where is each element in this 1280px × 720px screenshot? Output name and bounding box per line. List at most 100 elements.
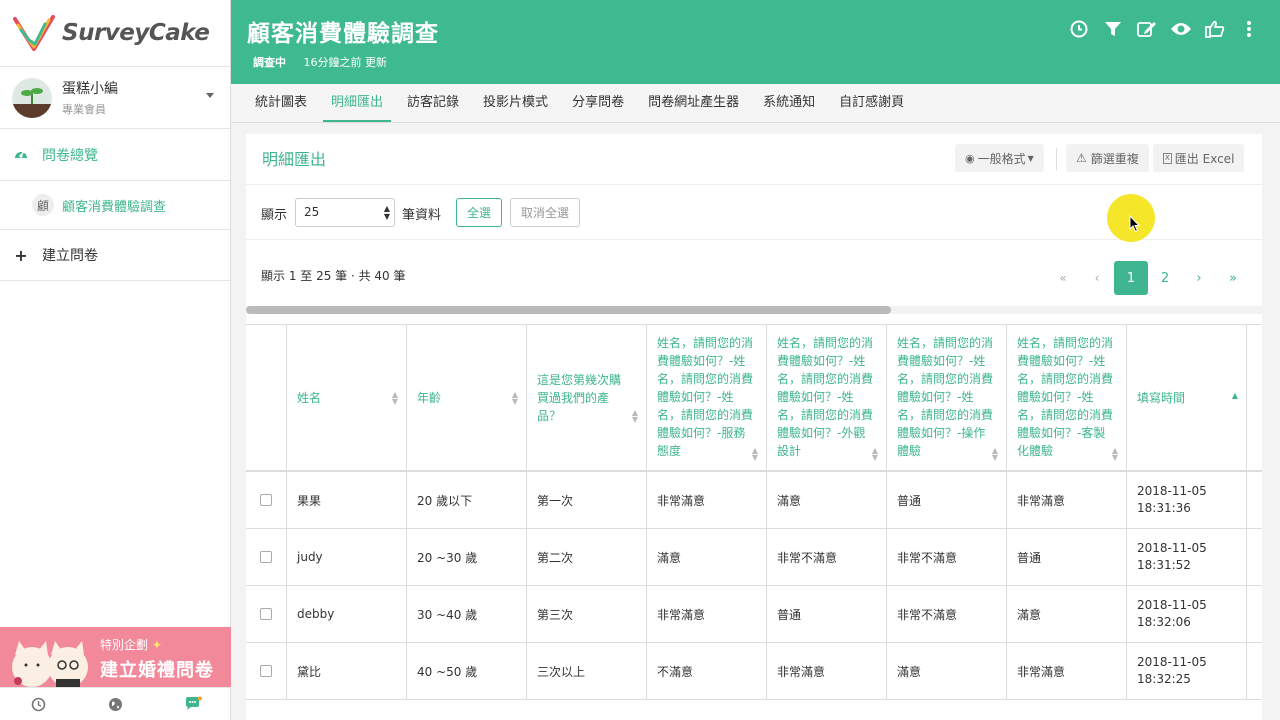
wedding-promo-banner[interactable]: 特別企劃 ✦ 建立婚禮問卷: [0, 627, 231, 687]
header-toolbar: [1068, 18, 1260, 40]
table-cell: 普通: [767, 586, 887, 642]
warning-icon: ⚠: [1076, 151, 1087, 165]
survey-badge: 顧: [32, 194, 54, 216]
column-header[interactable]: 這是您第幾次購買過我們的產品？ ▲ ▼: [527, 325, 647, 470]
table-cell: 滿意: [647, 529, 767, 585]
tab-slides[interactable]: 投影片模式: [475, 84, 556, 122]
table-cell: 第二次: [527, 529, 647, 585]
table-cell-partial: [1247, 586, 1262, 642]
page-2-button[interactable]: 2: [1148, 261, 1182, 295]
eye-icon[interactable]: [1170, 18, 1192, 40]
column-header[interactable]: 年齡 ▲ ▼: [407, 325, 527, 470]
table-cell: 非常不滿意: [887, 586, 1007, 642]
row-checkbox[interactable]: [260, 494, 272, 506]
sort-icon: ▲ ▼: [871, 446, 878, 462]
column-header[interactable]: 姓名 ▲ ▼: [287, 325, 407, 470]
results-table: 姓名 ▲ ▼ 年齡 ▲ ▼ 這是您第幾次購買過我們的產品？ ▲ ▼ 姓名，請問您的消費體驗如…: [246, 324, 1262, 700]
table-cell: 30 ~40 歲: [407, 586, 527, 642]
table-cell: debby: [287, 586, 407, 642]
excel-file-icon: X: [1163, 152, 1172, 164]
export-excel-button[interactable]: X 匯出 Excel: [1153, 144, 1245, 172]
table-cell: 第一次: [527, 472, 647, 528]
column-header[interactable]: 姓名，請問您的消費體驗如何？-姓名，請問您的消費體驗如何？-姓名，請問您的消費體…: [767, 325, 887, 470]
user-menu[interactable]: 蛋糕小編 專業會員: [0, 67, 230, 129]
filter-icon[interactable]: [1102, 18, 1124, 40]
row-select-cell: [246, 586, 287, 642]
user-role: 專業會員: [62, 103, 106, 116]
table-cell: 2018-11-05 18:31:36: [1127, 472, 1247, 528]
table-cell: 2018-11-05 18:32:25: [1127, 643, 1247, 699]
format-dropdown-button[interactable]: ◉ 一般格式 ▼: [955, 144, 1044, 172]
table-cell-partial: [1247, 643, 1262, 699]
thumbs-up-icon[interactable]: [1204, 18, 1226, 40]
updated-time: 16分鐘之前 更新: [303, 56, 388, 69]
table-cell: 非常滿意: [1007, 643, 1127, 699]
sort-icon: ▲ ▼: [991, 446, 998, 462]
chat-icon[interactable]: [154, 688, 231, 720]
user-name: 蛋糕小編: [62, 81, 118, 97]
sidebar-item-create[interactable]: + 建立問卷: [0, 229, 230, 281]
first-page-button[interactable]: «: [1046, 261, 1080, 295]
table-cell: 2018-11-05 18:32:06: [1127, 586, 1247, 642]
summary-row: 顯示 1 至 25 筆 · 共 40 筆 « ‹ 1 2 › »: [246, 240, 1262, 306]
column-header[interactable]: 姓名，請問您的消費體驗如何？-姓名，請問您的消費體驗如何？-姓名，請問您的消費體…: [887, 325, 1007, 470]
history-icon[interactable]: [0, 688, 77, 720]
caret-down-icon: ▼: [1027, 153, 1034, 163]
tab-thankyou[interactable]: 自訂感謝頁: [831, 84, 912, 122]
table-cell: 非常不滿意: [767, 529, 887, 585]
sort-icon: ▲ ▼: [751, 446, 758, 462]
clock-icon[interactable]: [1068, 18, 1090, 40]
sidebar: SurveyCake 蛋糕小編 專業會員 問卷總覽 顧 顧客消費體驗調查 + 建…: [0, 0, 231, 720]
tab-share[interactable]: 分享問卷: [564, 84, 632, 122]
scrollbar-thumb[interactable]: [246, 306, 891, 314]
table-cell: 非常滿意: [1007, 472, 1127, 528]
page-size-select[interactable]: 25 ▲ ▼: [295, 198, 395, 227]
tab-visitors[interactable]: 訪客記錄: [399, 84, 467, 122]
table-cell: 20 歲以下: [407, 472, 527, 528]
prev-page-button[interactable]: ‹: [1080, 261, 1114, 295]
show-label: 顯示: [261, 208, 288, 223]
row-checkbox[interactable]: [260, 665, 272, 677]
table-cell: 不滿意: [647, 643, 767, 699]
sort-icon: ▲ ▼: [1111, 446, 1118, 462]
promo-title: 建立婚禮問卷: [100, 660, 214, 681]
sidebar-item-label: 建立問卷: [42, 248, 98, 264]
table-cell: 第三次: [527, 586, 647, 642]
table-cell: 非常滿意: [647, 586, 767, 642]
table-header: 姓名 ▲ ▼ 年齡 ▲ ▼ 這是您第幾次購買過我們的產品？ ▲ ▼ 姓名，請問您的消費體驗如…: [246, 324, 1262, 472]
sort-asc-icon: ▲: [1231, 391, 1238, 400]
caret-down-icon[interactable]: [206, 93, 214, 98]
logo[interactable]: SurveyCake: [0, 0, 230, 67]
row-checkbox[interactable]: [260, 551, 272, 563]
globe-icon[interactable]: [77, 688, 154, 720]
horizontal-scrollbar[interactable]: [246, 306, 1262, 314]
edit-icon[interactable]: [1136, 18, 1158, 40]
column-header[interactable]: 姓名，請問您的消費體驗如何？-姓名，請問您的消費體驗如何？-姓名，請問您的消費體…: [647, 325, 767, 470]
table-cell: 果果: [287, 472, 407, 528]
pagination: « ‹ 1 2 › »: [1046, 261, 1250, 295]
sidebar-item-overview[interactable]: 問卷總覽: [0, 129, 230, 181]
table-cell: 黛比: [287, 643, 407, 699]
deselect-all-button[interactable]: 取消全選: [510, 198, 580, 227]
tab-export[interactable]: 明細匯出: [323, 84, 392, 122]
column-header[interactable]: 姓名，請問您的消費體驗如何？-姓名，請問您的消費體驗如何？-姓名，請問您的消費體…: [1007, 325, 1127, 470]
tab-url-generator[interactable]: 問卷網址產生器: [640, 84, 747, 122]
survey-status: 調查中 16分鐘之前 更新: [253, 54, 387, 70]
sort-icon: ▲ ▼: [391, 389, 398, 406]
filter-duplicates-button[interactable]: ⚠ 篩選重複: [1066, 144, 1149, 172]
more-icon[interactable]: [1238, 18, 1260, 40]
page-1-button[interactable]: 1: [1114, 261, 1148, 295]
updown-icon: ▲ ▼: [383, 204, 390, 221]
sort-icon: ▲ ▼: [511, 389, 518, 406]
table-cell: 20 ~30 歲: [407, 529, 527, 585]
tab-notifications[interactable]: 系統通知: [755, 84, 823, 122]
sidebar-item-survey[interactable]: 顧 顧客消費體驗調查: [0, 187, 230, 223]
next-page-button[interactable]: ›: [1182, 261, 1216, 295]
row-checkbox[interactable]: [260, 608, 272, 620]
column-header[interactable]: 填寫時間 ▲: [1127, 325, 1247, 470]
table-cell: 普通: [1007, 529, 1127, 585]
table-row: debby 30 ~40 歲 第三次 非常滿意 普通 非常不滿意 滿意 2018…: [246, 586, 1262, 643]
last-page-button[interactable]: »: [1216, 261, 1250, 295]
select-all-button[interactable]: 全選: [456, 198, 502, 227]
tab-stats[interactable]: 統計圖表: [247, 84, 315, 122]
